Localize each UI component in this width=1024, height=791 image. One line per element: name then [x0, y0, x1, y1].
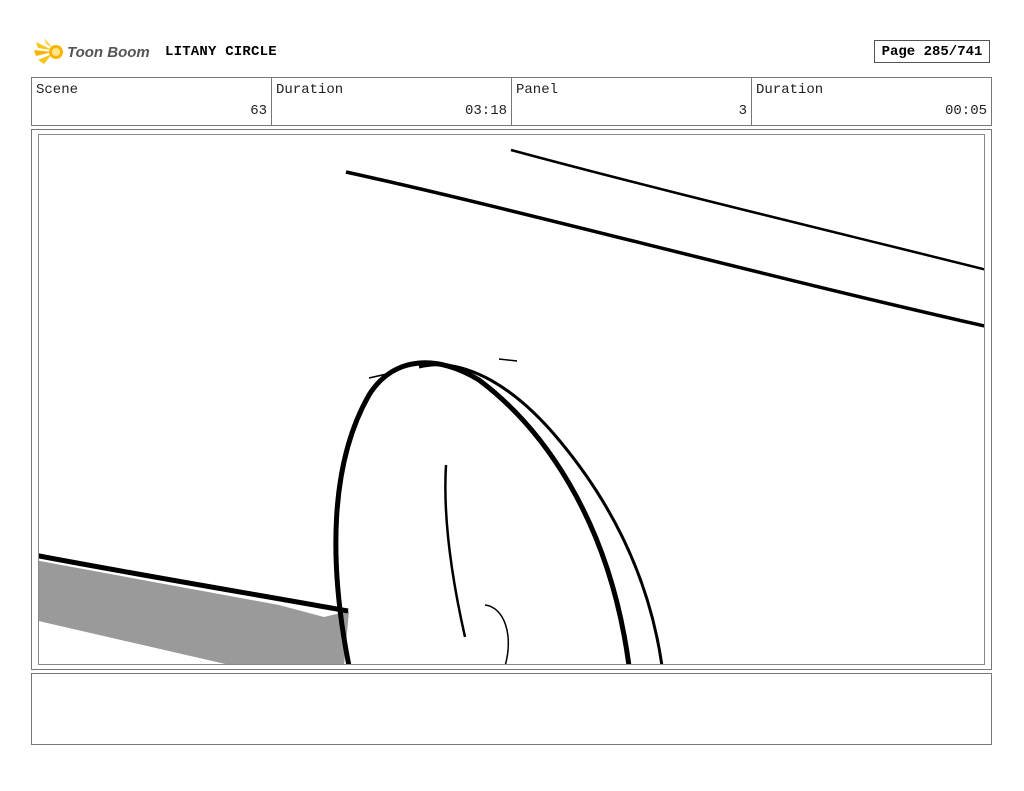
panel-duration-cell: Duration 00:05	[752, 78, 991, 125]
starburst-icon	[34, 38, 63, 64]
project-title: LITANY CIRCLE	[165, 44, 277, 60]
sketch-ear-line	[444, 464, 467, 638]
page-indicator: Page 285/741	[874, 40, 990, 63]
sketch-head-inner	[418, 363, 664, 664]
storyboard-drawing	[38, 134, 985, 665]
sketch-artwork	[39, 148, 984, 664]
scene-duration-label: Duration	[276, 82, 344, 98]
panel-label: Panel	[516, 82, 559, 98]
panel-info-row: Scene 63 Duration 03:18 Panel 3 Duration…	[31, 77, 992, 126]
scene-duration-value: 03:18	[464, 103, 507, 119]
sketch-ear-curve	[484, 604, 509, 664]
sketch-line-top-thick	[345, 170, 984, 328]
toon-boom-logo: Toon Boom	[34, 38, 150, 64]
notes-box	[31, 673, 992, 745]
panel-cell: Panel 3	[512, 78, 752, 125]
panel-value: 3	[738, 103, 747, 119]
panel-duration-value: 00:05	[944, 103, 987, 119]
logo-text: Toon Boom	[67, 44, 150, 61]
sketch-head-outer	[333, 360, 632, 664]
sketch-mark-2	[498, 358, 518, 362]
scene-cell: Scene 63	[32, 78, 272, 125]
scene-duration-cell: Duration 03:18	[272, 78, 512, 125]
scene-label: Scene	[36, 82, 79, 98]
shadow-shape	[39, 560, 349, 664]
scene-value: 63	[250, 103, 267, 119]
panel-duration-label: Duration	[756, 82, 824, 98]
sketch-line-top-thin	[510, 148, 984, 271]
